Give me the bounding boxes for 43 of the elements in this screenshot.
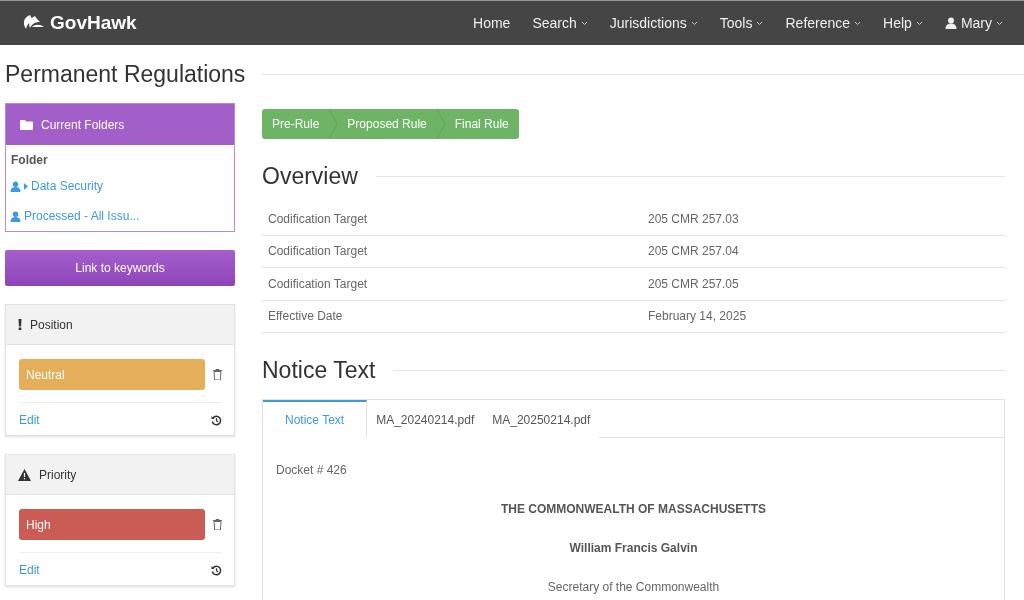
notice-line: THE COMMONWEALTH OF MASSACHUSETTS [499, 502, 768, 516]
field-label: Codification Target [268, 244, 369, 259]
field-value: 205 CMR 257.04 [648, 244, 739, 259]
section-title: Notice Text [262, 356, 376, 384]
field-value: 205 CMR 257.03 [648, 211, 739, 226]
brand-name: GovHawk [50, 12, 137, 34]
field-label: Codification Target [268, 276, 369, 291]
warning-icon [18, 468, 31, 481]
docket-number: Docket # 426 [276, 463, 348, 477]
panel-title: Priority [39, 467, 77, 482]
folder-label: Folder [10, 152, 49, 169]
nav-link[interactable]: Search [523, 9, 597, 37]
section-title: Overview [262, 162, 358, 190]
notice-line: William Francis Galvin [568, 541, 699, 555]
folders-title: Current Folders [41, 117, 125, 132]
user-icon [10, 180, 21, 192]
nav-link[interactable]: Home [464, 9, 520, 37]
folder-icon [20, 119, 33, 130]
user-icon [944, 17, 957, 29]
user-menu[interactable]: Mary [935, 9, 1012, 37]
field-value: 205 CMR 257.05 [648, 276, 739, 291]
exclamation-icon [18, 319, 22, 330]
panel-title: Position [30, 317, 73, 332]
page-title: Permanent Regulations [5, 60, 246, 88]
nav-link[interactable]: Reference [776, 9, 871, 37]
field-label: Effective Date [268, 309, 344, 324]
nav-link[interactable]: Tools [710, 9, 773, 37]
link-keywords-button[interactable]: Link to keywords [5, 250, 235, 286]
notice-line: Secretary of the Commonwealth [546, 580, 721, 594]
field-value: February 14, 2025 [648, 309, 747, 324]
user-icon [10, 210, 21, 222]
tag-label: Neutral [19, 359, 205, 390]
chevron-divider-icon [329, 109, 338, 139]
history-icon[interactable] [211, 564, 222, 576]
tag-label: High [19, 509, 205, 540]
nav-link[interactable]: Help [874, 9, 932, 37]
history-icon[interactable] [211, 414, 222, 426]
trash-icon[interactable] [213, 369, 222, 380]
field-label: Codification Target [268, 211, 369, 226]
nav-link[interactable]: Jurisdictions [600, 9, 707, 37]
trash-icon[interactable] [213, 519, 222, 530]
caret-right-icon [24, 182, 28, 190]
chevron-divider-icon [436, 109, 445, 139]
